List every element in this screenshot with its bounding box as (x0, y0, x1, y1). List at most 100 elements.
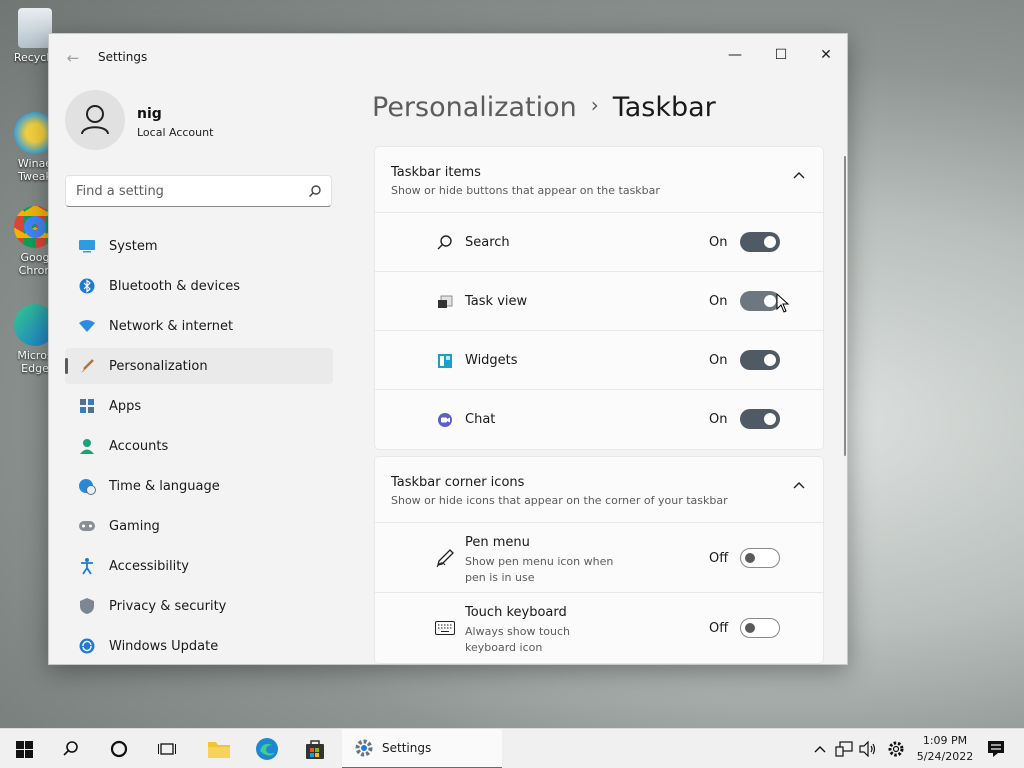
widgets-icon (435, 351, 455, 371)
sidebar-item-system[interactable]: System (65, 228, 333, 264)
volume-tray-button[interactable] (856, 729, 880, 768)
sidebar-item-accounts[interactable]: Accounts (65, 428, 333, 464)
close-button[interactable]: ✕ (806, 40, 846, 70)
search-input[interactable] (66, 176, 286, 206)
windows-logo-icon (15, 740, 33, 758)
toggle-state: On (709, 294, 728, 309)
setting-row-pen-menu: Pen menu Show pen menu icon when pen is … (375, 523, 823, 593)
avatar (65, 90, 125, 150)
title-bar[interactable]: ← Settings — ☐ ✕ (49, 34, 847, 82)
globe-clock-icon (78, 477, 96, 495)
find-setting-box[interactable] (65, 175, 332, 207)
search-icon (435, 233, 455, 253)
volume-icon (859, 741, 876, 757)
person-icon (81, 105, 109, 135)
toggle-state: On (709, 235, 728, 250)
bluetooth-icon (78, 277, 96, 295)
sidebar-item-label: Bluetooth & devices (109, 278, 240, 294)
cortana-button[interactable] (96, 729, 142, 768)
notification-center-button[interactable] (984, 729, 1008, 768)
sidebar-item-label: System (109, 238, 158, 254)
taskbar-items-header[interactable]: Taskbar items Show or hide buttons that … (375, 147, 823, 213)
toggle-state: On (709, 412, 728, 427)
user-name: nig (137, 106, 162, 122)
widgets-toggle[interactable] (740, 350, 780, 370)
touch-keyboard-toggle[interactable] (740, 618, 780, 638)
sidebar-item-label: Time & language (109, 478, 220, 494)
content-pane[interactable]: Taskbar items Show or hide buttons that … (374, 146, 824, 664)
breadcrumb-parent[interactable]: Personalization (372, 92, 577, 123)
setting-description: Show pen menu icon when pen is in use (465, 555, 614, 584)
sidebar-item-accessibility[interactable]: Accessibility (65, 548, 333, 584)
sidebar-item-label: Windows Update (109, 638, 219, 654)
taskbar-clock[interactable]: 1:09 PM 5/24/2022 (910, 733, 980, 765)
search-toggle[interactable] (740, 232, 780, 252)
sidebar-item-label: Network & internet (109, 318, 234, 334)
store-button[interactable] (292, 729, 338, 768)
gear-icon (888, 741, 904, 757)
back-arrow-icon[interactable]: ← (63, 48, 83, 68)
corner-icons-group: Taskbar corner icons Show or hide icons … (374, 456, 824, 664)
task-view-button[interactable] (144, 729, 190, 768)
task-view-icon (435, 292, 455, 312)
chat-toggle[interactable] (740, 409, 780, 429)
edge-taskbar-button[interactable] (244, 729, 290, 768)
taskbar-search-button[interactable] (48, 729, 94, 768)
sidebar-item-personalization[interactable]: Personalization (65, 348, 333, 384)
group-subtitle: Show or hide icons that appear on the co… (391, 494, 728, 507)
chat-icon (435, 410, 455, 430)
chevron-up-icon[interactable] (793, 171, 805, 179)
user-profile[interactable]: nig Local Account (65, 90, 325, 152)
network-tray-button[interactable] (832, 729, 856, 768)
chevron-up-icon (814, 746, 826, 753)
pen-icon (435, 548, 455, 568)
edge-icon (256, 738, 278, 760)
sidebar-item-bluetooth[interactable]: Bluetooth & devices (65, 268, 333, 304)
setting-label: Pen menu (465, 535, 530, 550)
maximize-button[interactable]: ☐ (761, 40, 801, 70)
apps-icon (78, 397, 96, 415)
sidebar-item-privacy[interactable]: Privacy & security (65, 588, 333, 624)
system-icon (78, 237, 96, 255)
pen-menu-toggle[interactable] (740, 548, 780, 568)
sidebar-item-apps[interactable]: Apps (65, 388, 333, 424)
sidebar-item-time-language[interactable]: Time & language (65, 468, 333, 504)
sidebar-item-label: Accounts (109, 438, 169, 454)
sidebar-item-network[interactable]: Network & internet (65, 308, 333, 344)
sidebar-item-label: Apps (109, 398, 142, 414)
gamepad-icon (78, 517, 96, 535)
sidebar-item-label: Accessibility (109, 558, 189, 574)
show-hidden-icons-button[interactable] (808, 729, 832, 768)
store-bag-icon (306, 740, 324, 759)
scrollbar[interactable] (844, 156, 846, 456)
mouse-cursor-icon (776, 293, 790, 313)
group-title: Taskbar corner icons (391, 475, 525, 490)
breadcrumb: Personalization › Taskbar (372, 92, 716, 123)
folder-icon (208, 742, 230, 758)
task-view-toggle[interactable] (740, 291, 780, 311)
start-button[interactable] (1, 729, 47, 768)
sidebar-item-label: Gaming (109, 518, 160, 534)
cortana-circle-icon (110, 740, 128, 758)
chevron-up-icon[interactable] (793, 481, 805, 489)
file-explorer-button[interactable] (196, 729, 242, 768)
setting-label: Touch keyboard (465, 605, 567, 620)
minimize-button[interactable]: — (715, 40, 755, 70)
corner-icons-header[interactable]: Taskbar corner icons Show or hide icons … (375, 457, 823, 523)
search-icon (63, 741, 78, 756)
sidebar-item-label: Personalization (109, 358, 208, 374)
sidebar-item-windows-update[interactable]: Windows Update (65, 628, 333, 664)
sidebar-item-gaming[interactable]: Gaming (65, 508, 333, 544)
page-title: Taskbar (612, 92, 716, 123)
setting-row-task-view: Task view On (375, 272, 823, 331)
recycle-bin-icon (18, 8, 52, 48)
settings-tray-button[interactable] (884, 729, 908, 768)
taskbar-settings-app[interactable]: Settings (342, 729, 502, 768)
accounts-icon (78, 437, 96, 455)
toggle-state: Off (709, 551, 729, 566)
setting-label: Search (465, 235, 510, 250)
toggle-state: Off (709, 621, 729, 636)
search-icon[interactable] (307, 183, 323, 199)
account-type: Local Account (137, 126, 214, 139)
toggle-state: On (709, 353, 728, 368)
